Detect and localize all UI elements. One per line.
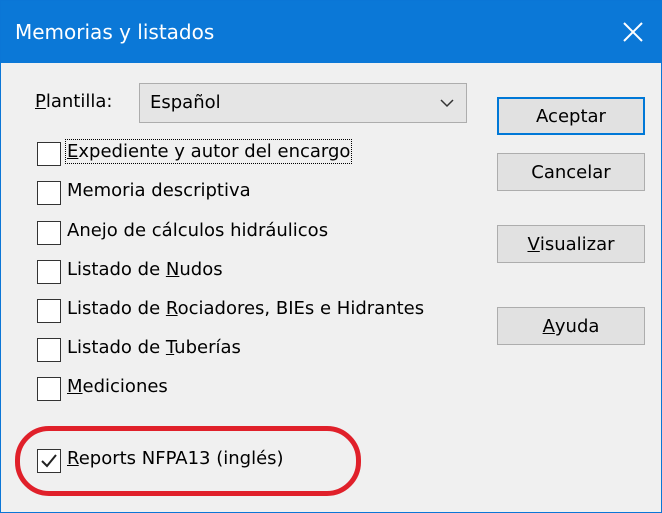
close-icon — [623, 22, 643, 42]
help-button[interactable]: Ayuda — [497, 307, 645, 345]
dialog-body: Plantilla: Español Expediente y autor de… — [9, 63, 653, 511]
checkbox-box[interactable] — [37, 377, 61, 401]
checkbox-label[interactable]: Expediente y autor del encargo — [64, 139, 353, 164]
preview-button[interactable]: Visualizar — [497, 225, 645, 263]
accept-button[interactable]: Aceptar — [497, 97, 645, 135]
checkbox-box[interactable] — [37, 338, 61, 362]
cancel-button[interactable]: Cancelar — [497, 153, 645, 191]
window-title: Memorias y listados — [15, 20, 215, 44]
template-select[interactable]: Español — [139, 83, 467, 123]
checkbox-label[interactable]: Anejo de cálculos hidráulicos — [67, 220, 328, 241]
checkbox-label[interactable]: Memoria descriptiva — [67, 180, 251, 201]
checkbox-box[interactable] — [37, 142, 61, 166]
title-bar[interactable]: Memorias y listados — [1, 1, 661, 63]
dialog-window: Memorias y listados Plantilla: Español E… — [0, 0, 662, 513]
checkbox-box[interactable] — [37, 221, 61, 245]
close-button[interactable] — [605, 1, 661, 63]
checkbox-box[interactable] — [37, 299, 61, 323]
chevron-down-icon — [440, 99, 454, 108]
checkbox-label[interactable]: Listado de Rociadores, BIEs e Hidrantes — [67, 298, 424, 319]
checkbox-label[interactable]: Mediciones — [67, 376, 168, 397]
template-label: Plantilla: — [35, 91, 113, 112]
checkbox-label[interactable]: Listado de Tuberías — [67, 337, 241, 358]
checkbox-label[interactable]: Listado de Nudos — [67, 259, 223, 280]
highlight-annotation — [15, 426, 361, 496]
checkbox-box[interactable] — [37, 260, 61, 284]
checkbox-box[interactable] — [37, 181, 61, 205]
template-selected-value: Español — [150, 92, 221, 113]
